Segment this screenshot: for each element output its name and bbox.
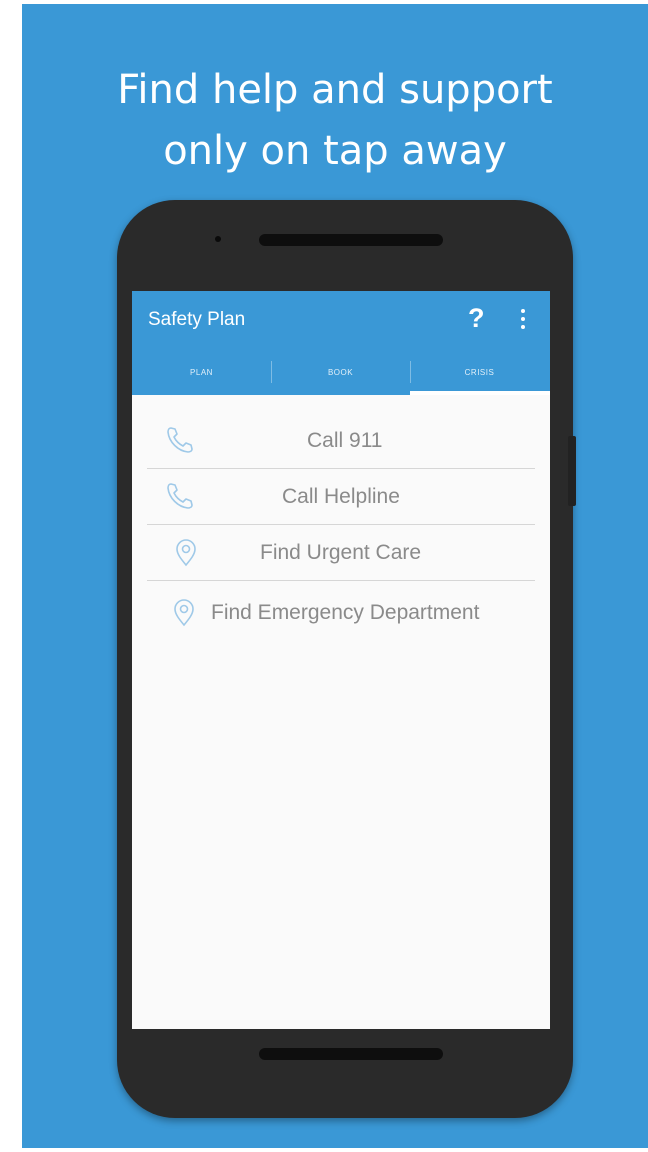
tab-plan[interactable]: PLAN [132,349,271,395]
list-item-call-911[interactable]: Call 911 [147,413,535,468]
promo-background: Find help and support only on tap away S… [22,4,648,1148]
tab-bar: PLAN BOOK CRISIS [132,349,550,395]
bottom-speaker [259,1048,443,1060]
app-bar: Safety Plan ? PLAN BOOK CRISIS [132,291,550,395]
location-pin-icon [174,599,194,627]
help-icon[interactable]: ? [468,303,485,334]
app-title: Safety Plan [148,309,246,330]
phone-frame: Safety Plan ? PLAN BOOK CRISIS Call 911 … [117,200,573,1118]
list-divider [147,580,535,581]
list-item-label: Find Urgent Care [260,541,422,564]
headline-line-2: only on tap away [163,128,507,174]
location-pin-icon [176,539,196,567]
phone-side-button [568,436,576,506]
front-camera [215,236,221,242]
list-item-call-helpline[interactable]: Call Helpline [147,469,535,524]
list-item-find-emergency-department[interactable]: Find Emergency Department [147,585,535,640]
phone-icon [167,427,193,453]
tab-selected-indicator [410,391,550,395]
promo-headline: Find help and support only on tap away [22,60,648,182]
tab-book[interactable]: BOOK [271,349,410,395]
list-item-label: Find Emergency Department [211,601,480,624]
list-item-label: Call 911 [307,429,383,452]
list-item-find-urgent-care[interactable]: Find Urgent Care [147,525,535,580]
top-speaker [259,234,443,246]
phone-icon [167,483,193,509]
tab-crisis[interactable]: CRISIS [410,349,549,395]
headline-line-1: Find help and support [117,67,553,113]
more-vert-icon[interactable] [520,309,526,331]
list-item-label: Call Helpline [282,485,400,508]
phone-screen: Safety Plan ? PLAN BOOK CRISIS Call 911 … [132,291,550,1029]
